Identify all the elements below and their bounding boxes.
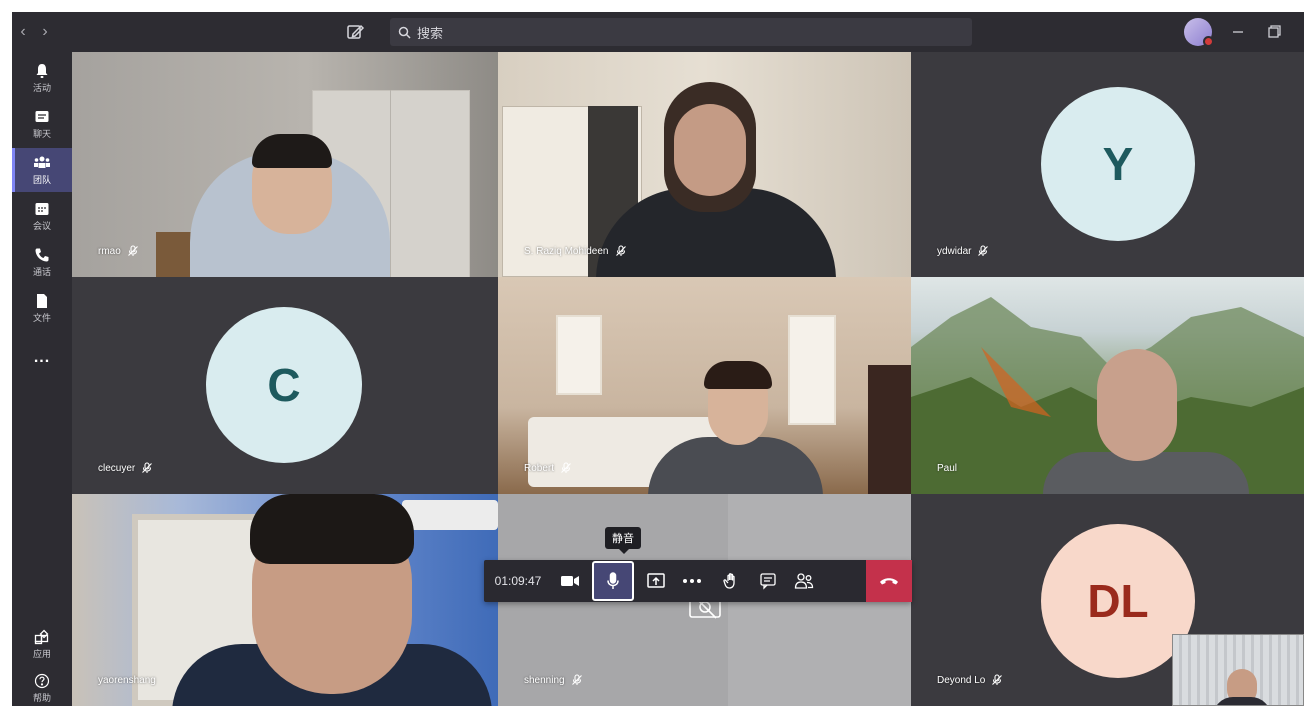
participant-initials-avatar: Y xyxy=(1041,87,1195,241)
chat-bubble-icon xyxy=(760,573,776,590)
presence-busy-icon xyxy=(1203,36,1214,47)
share-screen-button[interactable] xyxy=(638,560,674,602)
participant-name: rmao xyxy=(98,245,139,257)
mute-button[interactable] xyxy=(592,561,634,601)
search-icon xyxy=(398,26,411,39)
search-box[interactable]: 搜索 xyxy=(390,18,972,46)
participant-tile-robert[interactable]: Robert xyxy=(498,277,911,494)
rail-item-more[interactable]: ... xyxy=(12,336,72,380)
participant-tile-paul[interactable]: Paul xyxy=(911,277,1304,494)
rail-item-chat[interactable]: 聊天 xyxy=(12,102,72,146)
participant-face xyxy=(674,104,746,196)
participant-name: S. Raziq Mohideen xyxy=(524,245,627,257)
forward-arrow-icon[interactable]: › xyxy=(34,12,56,52)
rail-item-calls[interactable]: 通话 xyxy=(12,240,72,284)
window-right xyxy=(788,315,836,425)
mic-muted-icon xyxy=(992,674,1003,685)
rail-item-files[interactable]: 文件 xyxy=(12,286,72,330)
video-camera-icon xyxy=(561,576,579,586)
self-view-video[interactable] xyxy=(1172,634,1304,706)
participant-name: Paul xyxy=(937,463,958,474)
title-bar: ‹ › 搜索 xyxy=(12,12,1304,52)
camera-button[interactable] xyxy=(552,560,588,602)
participant-tile-rmao[interactable]: rmao xyxy=(72,52,498,277)
teams-icon xyxy=(34,156,50,168)
rail-item-help[interactable]: 帮助 xyxy=(12,666,72,706)
participant-name: shenning xyxy=(524,674,583,686)
file-icon xyxy=(37,293,47,308)
hang-up-icon xyxy=(880,578,898,585)
help-icon xyxy=(34,673,50,688)
calendar-icon xyxy=(35,202,49,215)
participant-name: yaorenshang xyxy=(98,675,156,686)
mic-muted-icon xyxy=(615,245,626,256)
participant-name: Deyond Lo xyxy=(937,674,1003,686)
microphone-icon xyxy=(607,572,619,589)
search-placeholder: 搜索 xyxy=(417,25,444,41)
mic-muted-icon xyxy=(142,462,153,473)
participant-name: clecuyer xyxy=(98,462,153,474)
mute-tooltip: 静音 xyxy=(605,527,641,554)
compose-icon[interactable] xyxy=(344,21,366,43)
rail-item-apps[interactable]: 应用 xyxy=(12,622,72,666)
minimize-icon[interactable] xyxy=(1228,22,1248,42)
participant-name: Robert xyxy=(524,462,572,474)
app-rail: 活动 聊天 团队 会议 通话 文件 ... 应用 帮助 xyxy=(12,52,72,706)
participant-tile-raziq[interactable]: S. Raziq Mohideen xyxy=(498,52,911,277)
mic-muted-icon xyxy=(571,674,582,685)
rail-item-activity[interactable]: 活动 xyxy=(12,56,72,100)
raise-hand-icon xyxy=(723,573,735,589)
raise-hand-button[interactable] xyxy=(714,560,750,602)
bell-icon xyxy=(36,63,48,78)
apps-icon xyxy=(34,629,49,644)
more-options-icon xyxy=(683,579,701,583)
back-arrow-icon[interactable]: ‹ xyxy=(12,12,34,52)
hang-up-button[interactable] xyxy=(866,560,912,602)
participant-initials-avatar: C xyxy=(206,307,362,463)
rail-item-meetings[interactable]: 会议 xyxy=(12,194,72,238)
chat-icon xyxy=(35,110,49,122)
call-timer: 01:09:47 xyxy=(494,574,542,588)
mic-muted-icon xyxy=(978,245,989,256)
more-options-button[interactable] xyxy=(674,560,710,602)
participant-tile-yaorenshang[interactable]: yaorenshang xyxy=(72,494,498,706)
window-left xyxy=(556,315,602,395)
more-icon: ... xyxy=(33,349,51,366)
participant-name: ydwidar xyxy=(937,245,989,257)
maximize-icon[interactable] xyxy=(1264,22,1284,42)
participant-face xyxy=(1097,349,1177,461)
mic-muted-icon xyxy=(127,245,138,256)
share-screen-icon xyxy=(647,573,665,588)
rail-item-teams[interactable]: 团队 xyxy=(12,148,72,192)
participant-tile-clecuyer[interactable]: C clecuyer xyxy=(72,277,498,494)
user-avatar[interactable] xyxy=(1184,18,1214,47)
call-toolbar: 01:09:47 xyxy=(484,560,912,602)
show-conversation-button[interactable] xyxy=(750,560,786,602)
participants-icon xyxy=(794,573,814,589)
phone-icon xyxy=(35,248,49,261)
air-conditioner xyxy=(402,500,498,530)
participant-tile-ydwidar[interactable]: Y ydwidar xyxy=(911,52,1304,277)
show-participants-button[interactable] xyxy=(786,560,822,602)
mic-muted-icon xyxy=(561,462,571,473)
